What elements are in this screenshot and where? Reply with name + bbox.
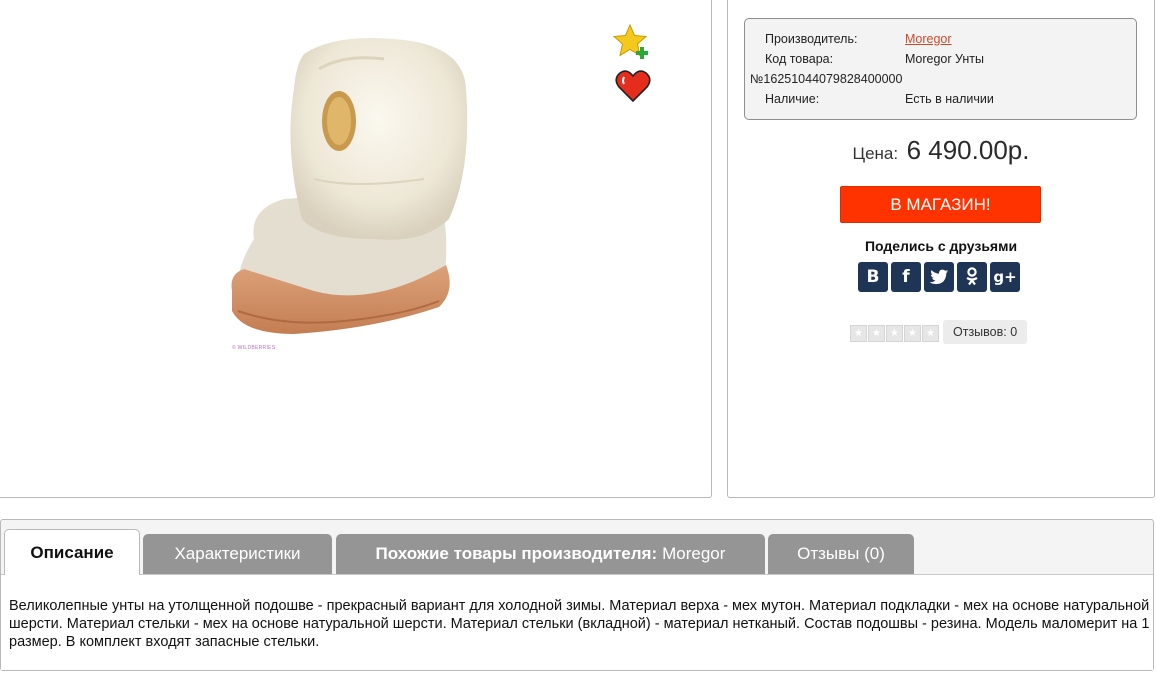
star-plus-icon[interactable]	[613, 23, 651, 61]
star-icon[interactable]: ★	[922, 325, 939, 342]
product-image-panel: © WILDBERRIES	[0, 0, 712, 498]
tab-characteristics[interactable]: Характеристики	[143, 534, 332, 574]
manufacturer-label: Производитель:	[765, 32, 858, 46]
sku-number: №16251044079828400000	[750, 72, 903, 86]
go-to-shop-button[interactable]: В МАГАЗИН!	[840, 186, 1041, 223]
heart-icon[interactable]	[615, 69, 651, 103]
price-row: Цена: 6 490.00р.	[728, 135, 1154, 166]
star-icon[interactable]: ★	[868, 325, 885, 342]
tab-similar-label: Похожие товары производителя:	[375, 544, 658, 563]
facebook-icon[interactable]: f	[891, 262, 921, 292]
twitter-icon[interactable]	[924, 262, 954, 292]
reviews-count-button[interactable]: Отзывов: 0	[943, 320, 1028, 344]
google-plus-icon[interactable]: g+	[990, 262, 1020, 292]
rating-stars[interactable]: ★ ★ ★ ★ ★	[850, 325, 939, 342]
product-info-panel: Производитель: Moregor Код товара: Moreg…	[727, 0, 1155, 498]
odnoklassniki-icon[interactable]	[957, 262, 987, 292]
price-label: Цена:	[852, 144, 899, 163]
star-icon[interactable]: ★	[886, 325, 903, 342]
product-tabs: Описание Характеристики Похожие товары п…	[0, 519, 1154, 671]
vk-icon[interactable]: В	[858, 262, 888, 292]
manufacturer-link[interactable]: Moregor	[905, 32, 952, 46]
availability-value: Есть в наличии	[905, 92, 994, 106]
tab-reviews[interactable]: Отзывы (0)	[768, 534, 914, 574]
specs-box: Производитель: Moregor Код товара: Moreg…	[744, 18, 1137, 120]
product-image[interactable]	[224, 29, 474, 349]
star-icon[interactable]: ★	[850, 325, 867, 342]
price-value: 6 490.00р.	[906, 135, 1030, 165]
tab-description[interactable]: Описание	[4, 529, 140, 575]
star-icon[interactable]: ★	[904, 325, 921, 342]
tab-similar-brand: Moregor	[662, 544, 726, 563]
availability-label: Наличие:	[765, 92, 820, 106]
code-label: Код товара:	[765, 52, 834, 66]
image-watermark: © WILDBERRIES	[232, 345, 276, 351]
social-share-buttons: В f g+	[858, 262, 1020, 292]
tab-similar-products[interactable]: Похожие товары производителя: Moregor	[336, 534, 765, 574]
description-text: Великолепные унты на утолщенной подошве …	[1, 574, 1153, 670]
share-title: Поделись с друзьями	[864, 238, 1018, 254]
code-value: Moregor Унты	[905, 52, 985, 66]
